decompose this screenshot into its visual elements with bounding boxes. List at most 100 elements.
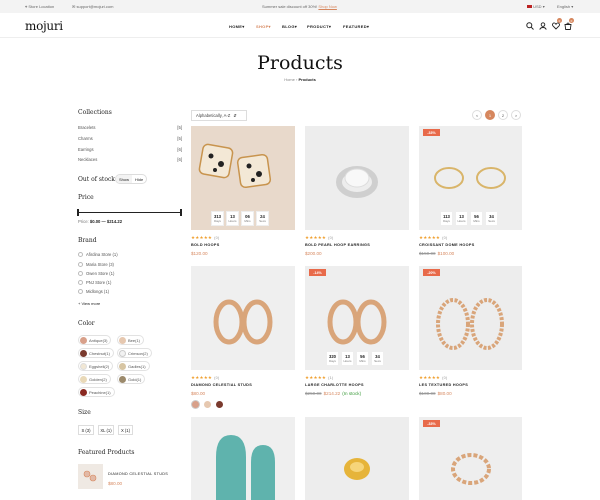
product-name[interactable]: BOLD PEARL HOOP EARRINGS bbox=[305, 243, 370, 247]
collection-item-bracelets[interactable]: Bracelets [5] bbox=[78, 125, 182, 130]
color-swatch bbox=[119, 336, 126, 344]
rating-stars: ★★★★★ (1) bbox=[305, 375, 334, 380]
product-image[interactable] bbox=[419, 417, 522, 500]
color-filter-gadles[interactable]: Gadles(1) bbox=[117, 361, 150, 371]
price-range-value: $0.00 — $214.22 bbox=[89, 219, 123, 224]
color-label: Gadles(1) bbox=[128, 363, 146, 369]
countdown-unit: Hours bbox=[228, 219, 237, 223]
countdown-mins: 56 Mins bbox=[470, 211, 483, 226]
product-image[interactable] bbox=[191, 417, 295, 500]
logo[interactable]: mojuri bbox=[25, 19, 63, 33]
discount-badge: -33% bbox=[423, 420, 440, 427]
pagination-page-1[interactable]: 1 bbox=[485, 110, 495, 120]
product-name[interactable]: DIAMOND CELESTIAL STUDS bbox=[191, 383, 252, 387]
product-name[interactable]: LARGE CHARLOTTE HOOPS bbox=[305, 383, 364, 387]
color-swatch bbox=[80, 375, 87, 383]
size-filter-x[interactable]: X (1) bbox=[118, 425, 133, 435]
price-slider-track[interactable] bbox=[78, 212, 182, 213]
featured-product-name[interactable]: DIAMOND CELESTIAL STUDS bbox=[108, 472, 168, 476]
stock-hide-button[interactable]: Hide bbox=[132, 175, 146, 183]
color-filter-peachine[interactable]: Peachine(1) bbox=[78, 387, 115, 397]
collection-item-necklaces[interactable]: Necklaces [6] bbox=[78, 157, 182, 162]
swatch-chestnut[interactable] bbox=[216, 401, 223, 408]
pagination-next[interactable]: > bbox=[511, 110, 521, 120]
nav-home[interactable]: HOME▾ bbox=[229, 24, 245, 29]
color-filter-bee[interactable]: Bee(1) bbox=[117, 335, 145, 345]
view-more-link[interactable]: + View more bbox=[78, 301, 100, 306]
user-icon[interactable] bbox=[539, 22, 547, 30]
nav-shop[interactable]: SHOP▾ bbox=[256, 24, 271, 29]
sort-select[interactable]: Alphabetically, A-Z ⇵ bbox=[191, 110, 247, 121]
collection-item-charms[interactable]: Charms [5] bbox=[78, 136, 182, 141]
pagination-prev[interactable]: < bbox=[472, 110, 482, 120]
product-image[interactable] bbox=[191, 266, 295, 370]
currency-select[interactable]: USD ▾ bbox=[527, 4, 545, 9]
countdown-days: 320 Days bbox=[326, 351, 339, 366]
product-price: $250.00 $214.22 (In stock) bbox=[305, 391, 361, 396]
cart-icon[interactable] bbox=[564, 22, 572, 30]
review-count: (0) bbox=[328, 236, 334, 240]
product-name[interactable]: LES TEXTURED HOOPS bbox=[419, 383, 468, 387]
product-price: $120.00 bbox=[191, 251, 208, 256]
countdown-hours: 13 Hours bbox=[455, 211, 468, 226]
product-name[interactable]: BOLD HOOPS bbox=[191, 243, 220, 247]
sale-price: $80.00 bbox=[437, 391, 452, 396]
stock-show-button[interactable]: Show bbox=[116, 175, 133, 183]
product-image[interactable] bbox=[305, 417, 409, 500]
sort-label: Alphabetically, A-Z bbox=[196, 113, 231, 118]
collection-item-earrings[interactable]: Earrings [6] bbox=[78, 147, 182, 152]
shop-now-link[interactable]: Shop Now bbox=[318, 4, 336, 9]
color-filter-gold[interactable]: Gold(1) bbox=[117, 374, 146, 384]
nav-blog[interactable]: BLOG▾ bbox=[282, 24, 297, 29]
color-title: Color bbox=[78, 320, 95, 327]
old-price: $250.00 bbox=[305, 391, 322, 396]
product-image[interactable] bbox=[305, 126, 409, 230]
email-link[interactable]: ✉ support@mojuri.com bbox=[72, 4, 113, 9]
countdown-hours: 13 Hours bbox=[341, 351, 354, 366]
nav-featured[interactable]: FEATURED▾ bbox=[343, 24, 369, 29]
breadcrumb-home[interactable]: Home bbox=[284, 77, 295, 82]
language-select[interactable]: English ▾ bbox=[557, 4, 573, 9]
product-price: $200.00 bbox=[305, 251, 322, 256]
stock-status: (In stock) bbox=[342, 391, 362, 396]
heart-icon[interactable] bbox=[552, 22, 560, 30]
product-price: $100.00 $80.00 bbox=[419, 391, 452, 396]
store-location-link[interactable]: ⌖ Store Location bbox=[25, 4, 54, 9]
nav-blog-label: BLOG bbox=[282, 24, 295, 29]
color-filter-antique[interactable]: Antique(3) bbox=[78, 335, 112, 345]
stock-toggle[interactable]: Show Hide bbox=[115, 174, 148, 184]
color-filter-golden[interactable]: Golden(2) bbox=[78, 374, 111, 384]
review-count: (0) bbox=[214, 376, 220, 380]
brand-title: Brand bbox=[78, 237, 97, 244]
brand-item[interactable]: Owen Store (1) bbox=[78, 271, 114, 277]
price-slider-handle-min[interactable] bbox=[77, 209, 79, 216]
countdown-secs: 24 Secs bbox=[256, 211, 269, 226]
color-filter-crimson[interactable]: Crimson(2) bbox=[117, 348, 152, 358]
color-filter-eggshell[interactable]: Eggshell(2) bbox=[78, 361, 114, 371]
color-filter-chestnut[interactable]: Chestnut(1) bbox=[78, 348, 114, 358]
rating-stars: ★★★★★ (0) bbox=[191, 235, 220, 240]
color-swatch bbox=[119, 362, 126, 370]
product-name[interactable]: CROISSANT DOME HOOPS bbox=[419, 243, 475, 247]
swatch-bee[interactable] bbox=[204, 401, 211, 408]
nav-product[interactable]: PRODUCT▾ bbox=[307, 24, 331, 29]
product-image[interactable] bbox=[419, 266, 522, 370]
featured-product-image[interactable] bbox=[78, 464, 103, 489]
swatch-antique[interactable] bbox=[192, 401, 199, 408]
size-filter-s[interactable]: S (3) bbox=[78, 425, 94, 435]
brand-item[interactable]: Midlongs (1) bbox=[78, 289, 109, 295]
chevron-down-icon: ▾ bbox=[542, 4, 545, 9]
gold-ring-image bbox=[344, 458, 370, 480]
size-filter-xl[interactable]: XL (1) bbox=[98, 425, 114, 435]
countdown-unit: Hours bbox=[457, 219, 466, 223]
turquoise-earrings-image bbox=[216, 435, 275, 500]
search-icon[interactable] bbox=[526, 22, 534, 30]
brand-item[interactable]: Maria Store (3) bbox=[78, 262, 114, 268]
radio-icon bbox=[78, 262, 83, 268]
header bbox=[0, 13, 600, 38]
brand-item[interactable]: PNJ Store (1) bbox=[78, 280, 111, 286]
brand-item[interactable]: Afirdina Store (1) bbox=[78, 252, 118, 258]
earring-image bbox=[83, 470, 97, 482]
pagination-page-2[interactable]: 2 bbox=[498, 110, 508, 120]
price-slider-handle-max[interactable] bbox=[180, 209, 182, 216]
